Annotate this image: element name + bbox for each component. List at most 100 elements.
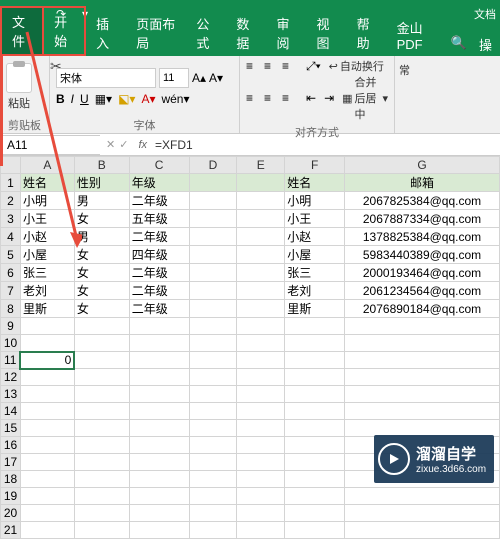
cell[interactable] [345,352,500,369]
cell-selected[interactable]: 0 [20,352,74,369]
cell[interactable] [129,505,189,522]
row-header[interactable]: 2 [1,192,21,210]
cell[interactable] [20,505,74,522]
row-header[interactable]: 5 [1,246,21,264]
cell[interactable] [285,420,345,437]
cell[interactable] [345,335,500,352]
col-header-G[interactable]: G [345,157,500,174]
cell[interactable] [189,210,237,228]
grow-font-icon[interactable]: A▴ [192,71,206,85]
bold-button[interactable]: B [56,92,65,106]
cell[interactable] [74,454,129,471]
cell[interactable]: 女 [74,246,129,264]
cell[interactable] [129,420,189,437]
formula-input[interactable]: =XFD1 [151,138,500,152]
cell[interactable]: 小王 [285,210,345,228]
cell[interactable]: 二年级 [129,300,189,318]
align-right-icon[interactable]: ≡ [282,91,298,105]
row-header[interactable]: 6 [1,264,21,282]
cell[interactable]: 女 [74,282,129,300]
cell[interactable] [189,335,237,352]
cell[interactable] [74,352,129,369]
cell[interactable]: 二年级 [129,228,189,246]
cell[interactable]: 2000193464@qq.com [345,264,500,282]
col-header-D[interactable]: D [189,157,237,174]
cell[interactable] [189,437,237,454]
cell[interactable]: 小赵 [285,228,345,246]
tab-formula[interactable]: 公式 [186,10,226,56]
cell[interactable] [189,352,237,369]
cell[interactable] [74,318,129,335]
cell[interactable]: 二年级 [129,264,189,282]
cell[interactable] [189,300,237,318]
cell[interactable]: 二年级 [129,282,189,300]
cell[interactable] [20,386,74,403]
tab-review[interactable]: 审阅 [266,10,306,56]
row-header[interactable]: 12 [1,369,21,386]
cell[interactable] [345,505,500,522]
cell[interactable] [189,369,237,386]
cell[interactable]: 小屋 [285,246,345,264]
cell[interactable] [237,318,285,335]
tab-data[interactable]: 数据 [226,10,266,56]
cell[interactable] [285,471,345,488]
cell[interactable] [20,335,74,352]
align-top-icon[interactable]: ≡ [246,59,262,73]
cell[interactable] [74,335,129,352]
col-header-C[interactable]: C [129,157,189,174]
row-header[interactable]: 9 [1,318,21,335]
orientation-button[interactable]: ⤢▾ [306,59,321,74]
increase-indent-icon[interactable]: ⇥ [324,91,334,105]
cell[interactable] [345,318,500,335]
cell[interactable] [20,420,74,437]
cell[interactable] [237,210,285,228]
cell[interactable]: 5983440389@qq.com [345,246,500,264]
cell[interactable]: 女 [74,210,129,228]
merge-center-button[interactable]: ▦合并后居中▾ [342,74,388,122]
fill-color-button[interactable]: ⬕▾ [118,92,135,106]
cell[interactable] [237,522,285,539]
cell[interactable] [345,403,500,420]
col-header-F[interactable]: F [285,157,345,174]
cell[interactable] [74,437,129,454]
cell[interactable] [285,386,345,403]
cell[interactable]: 张三 [285,264,345,282]
cell[interactable] [189,420,237,437]
cell[interactable] [20,369,74,386]
cell[interactable] [74,386,129,403]
cell[interactable]: 男 [74,192,129,210]
cell[interactable] [189,282,237,300]
cell[interactable] [189,522,237,539]
cell[interactable] [237,300,285,318]
cell[interactable]: 邮箱 [345,174,500,192]
cell[interactable] [345,488,500,505]
cell[interactable]: 小屋 [20,246,74,264]
cell[interactable]: 二年级 [129,192,189,210]
cell[interactable] [74,420,129,437]
cell[interactable] [189,264,237,282]
cell[interactable] [189,246,237,264]
cell[interactable] [189,471,237,488]
row-header[interactable]: 10 [1,335,21,352]
row-header[interactable]: 14 [1,403,21,420]
row-header[interactable]: 15 [1,420,21,437]
decrease-indent-icon[interactable]: ⇤ [306,91,316,105]
row-header[interactable]: 13 [1,386,21,403]
tab-help[interactable]: 帮助 [347,10,387,56]
wrap-text-button[interactable]: ↩自动换行 [329,58,384,74]
cell[interactable] [345,386,500,403]
align-left-icon[interactable]: ≡ [246,91,262,105]
cell[interactable]: 姓名 [20,174,74,192]
cell[interactable] [129,386,189,403]
cell[interactable] [189,488,237,505]
tab-insert[interactable]: 插入 [86,10,126,56]
col-header-A[interactable]: A [20,157,74,174]
cell[interactable] [237,192,285,210]
cell[interactable]: 五年级 [129,210,189,228]
underline-button[interactable]: U [80,92,89,106]
cell[interactable]: 2061234564@qq.com [345,282,500,300]
row-header[interactable]: 4 [1,228,21,246]
align-center-icon[interactable]: ≡ [264,91,280,105]
cancel-formula-icon[interactable]: ✕ [106,138,115,151]
cell[interactable]: 1378825384@qq.com [345,228,500,246]
